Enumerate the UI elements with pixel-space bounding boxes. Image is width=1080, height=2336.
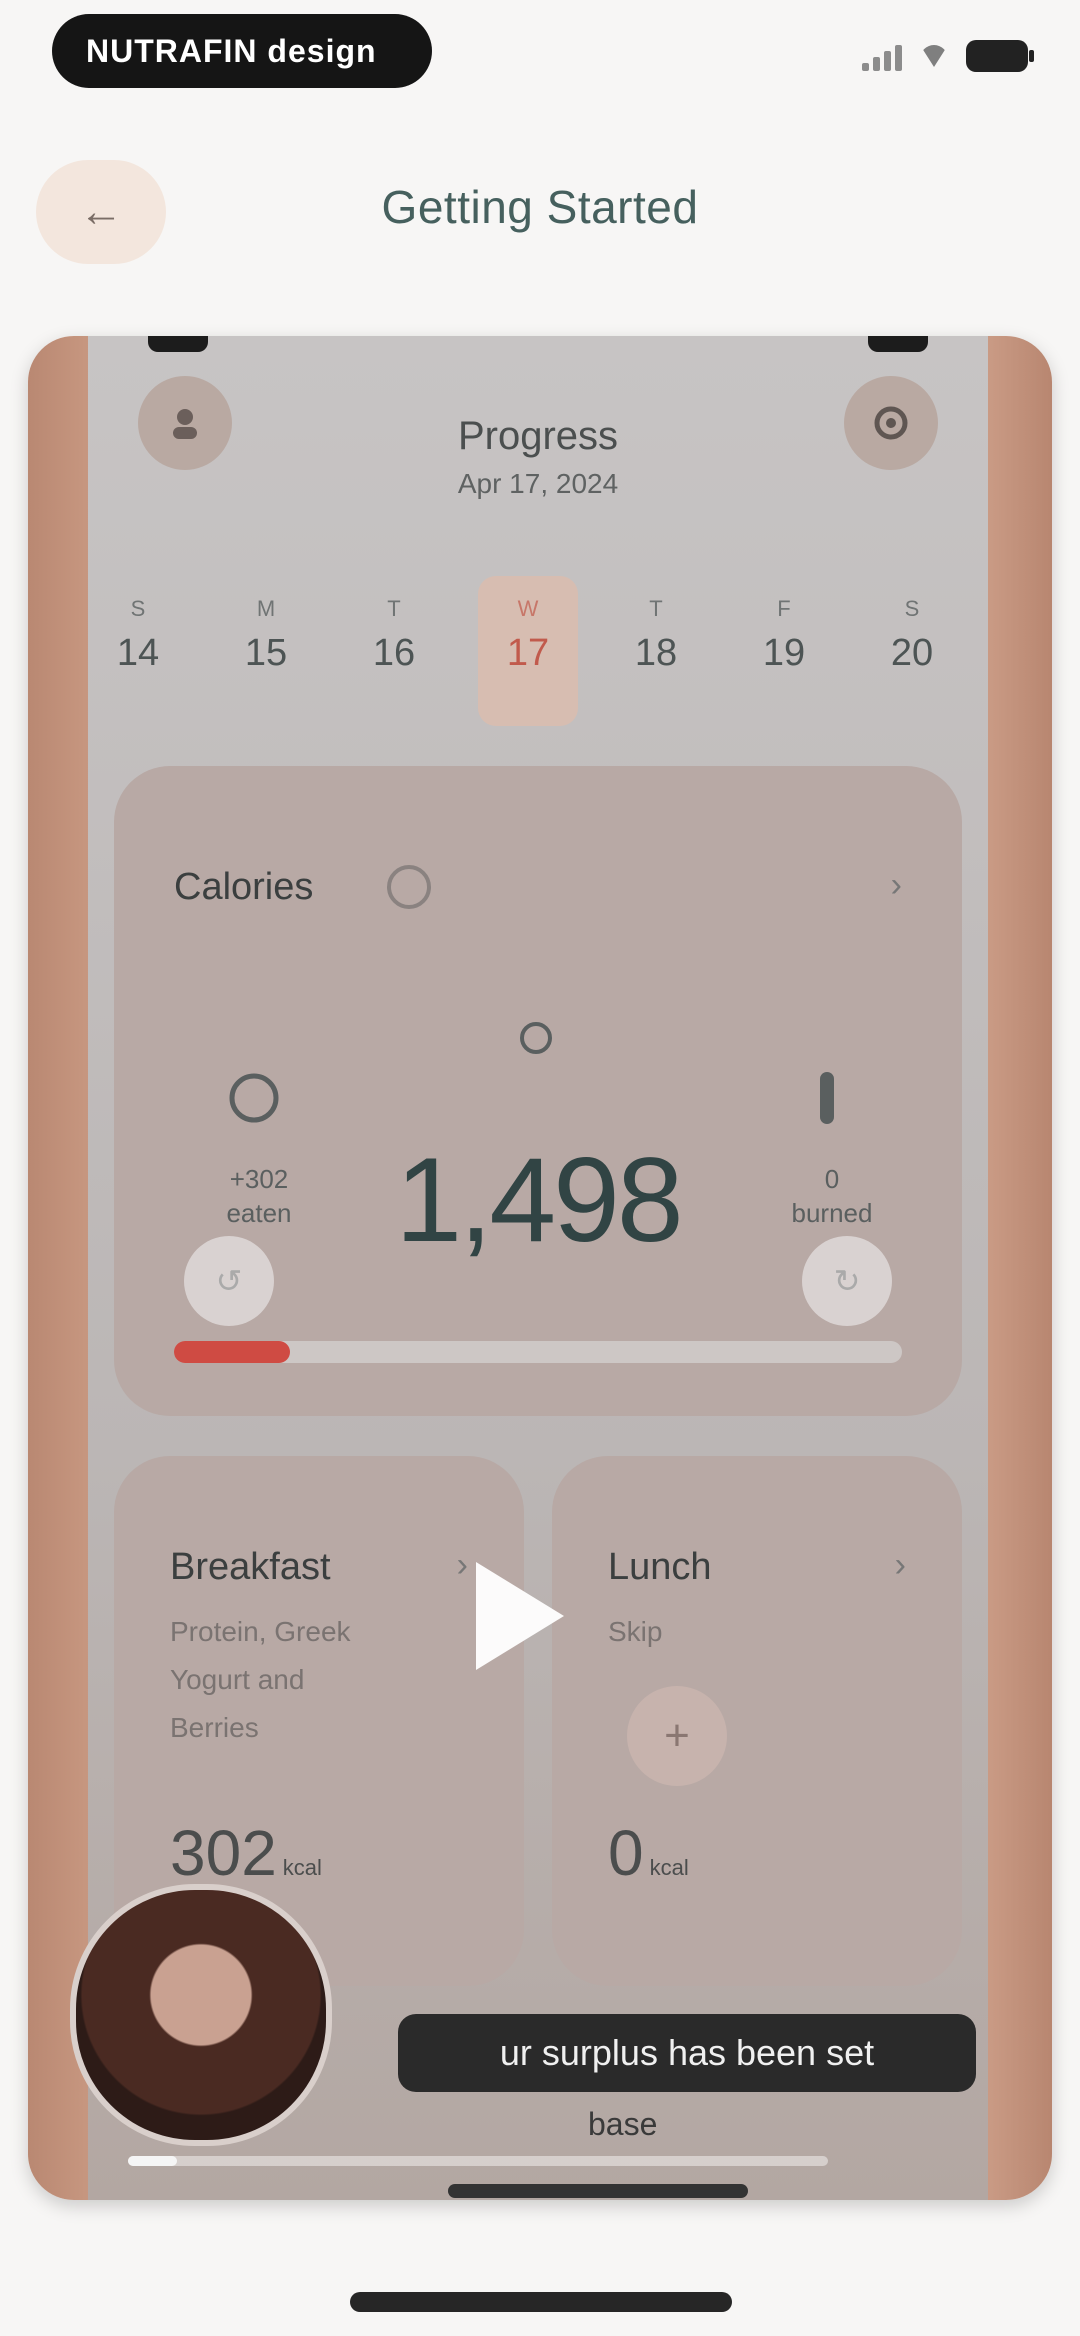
ghost-rewind-icon: ↺ [184,1236,274,1326]
calories-card: Calories › +302 eaten 1,498 0 burned ↺ ↻ [114,766,962,1416]
video-player[interactable]: Progress Apr 17, 2024 S 14 M 15 T 16 W 17 T1… [28,336,1052,2200]
chevron-right-icon: › [890,866,902,904]
ghost-forward-icon: ↻ [802,1236,892,1326]
battery-icon [966,40,1034,72]
calories-card-title: Calories [174,866,314,908]
gear-icon [874,406,908,440]
day-item-selected: W 17 [478,576,578,726]
breakfast-title: Breakfast [170,1546,331,1588]
day-item: T 18 [634,596,678,674]
presenter-avatar [70,1884,332,2146]
burned-value: 0 burned [791,1164,873,1228]
home-indicator[interactable] [350,2292,732,2312]
inner-app-date: Apr 17, 2024 [457,468,619,499]
video-scrubber[interactable] [128,2156,828,2166]
signal-icon [862,41,902,71]
eaten-icon [229,1073,279,1123]
phone-edge-left [148,336,208,352]
day-item: T 16 [372,596,416,674]
lunch-kcal: 0 kcal [608,1817,689,1889]
lunch-card: Lunch › Skip + 0 kcal [552,1456,962,1986]
inner-settings-button [844,376,938,470]
lunch-title: Lunch [608,1546,712,1588]
status-pill: NUTRAFIN design [52,14,432,88]
lunch-desc: Skip [608,1616,663,1647]
play-icon[interactable] [468,1556,568,1676]
video-caption: ur surplus has been set [398,2014,976,2092]
day-item: S 20 [890,596,934,674]
phone-edge-right [868,336,928,352]
burned-icon [820,1072,834,1124]
flame-icon [520,1022,552,1054]
add-icon: + [627,1686,727,1786]
inner-home-indicator [448,2184,748,2198]
wifi-icon [920,45,948,67]
video-scrubber-fill [128,2156,177,2166]
day-item: F 19 [762,596,806,674]
breakfast-desc: Protein, Greek Yogurt and Berries [170,1616,351,1743]
day-item: M 15 [244,596,288,674]
page-title: Getting Started [381,181,699,233]
calories-progress-fill [174,1341,291,1363]
day-item: S 14 [116,596,160,674]
info-icon [387,865,431,909]
calories-progress-track [174,1341,902,1363]
video-caption-line2: base [588,2106,658,2142]
status-icons [862,36,1034,76]
chevron-right-icon: › [456,1546,468,1584]
breakfast-kcal: 302 kcal [170,1817,322,1889]
chevron-right-icon: › [894,1546,906,1584]
